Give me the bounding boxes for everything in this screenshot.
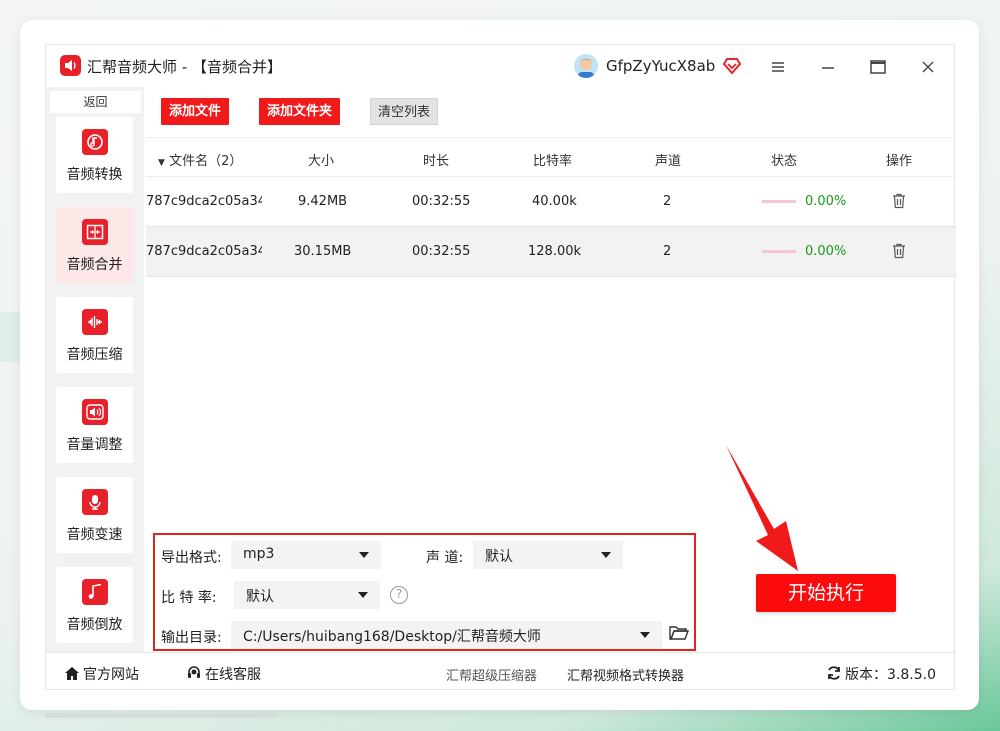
sidebar-item-audio-convert[interactable]: 音频转换 [56,117,133,193]
title-bar: 汇帮音频大师 - 【音频合并】 GfpZyYucX8ab [46,45,956,87]
channels-header[interactable]: 声道 [655,150,681,169]
output-dir-select[interactable]: C:/Users/huibang168/Desktop/汇帮音频大师 [231,621,662,649]
duration-header[interactable]: 时长 [423,150,449,169]
music-note-icon [82,579,108,605]
help-icon[interactable]: ? [390,586,408,604]
size-cell: 30.15MB [294,244,352,259]
sidebar-item-volume-adjust[interactable]: 音量调整 [56,387,133,463]
sidebar-item-label: 音频合并 [66,257,123,273]
format-label: 导出格式: [161,550,222,566]
folder-open-icon[interactable] [669,624,690,646]
channel-value: 默认 [485,549,513,565]
refresh-icon [826,665,842,685]
action-header: 操作 [886,154,913,169]
chevron-down-icon [358,592,368,598]
compressor-link[interactable]: 汇帮超级压缩器 [446,665,537,684]
progress-bar [762,200,796,203]
delete-icon[interactable] [892,193,906,213]
close-icon[interactable] [918,57,938,77]
sidebar-item-label: 音频转换 [66,167,123,183]
size-header[interactable]: 大小 [308,150,334,169]
version-info[interactable]: 版本：3.8.5.0 [826,664,936,685]
sidebar-item-audio-speed[interactable]: 音频变速 [56,477,133,553]
duration-cell: 00:32:55 [412,244,471,259]
bitrate-cell: 128.00k [528,244,582,259]
sidebar-item-label: 音频倒放 [66,617,123,633]
vip-diamond-icon[interactable] [722,56,742,80]
format-select[interactable]: mp3 [231,541,381,569]
filename-header[interactable]: ▼ 文件名（2） [158,150,242,169]
table-header: ▼ 文件名（2） 大小 时长 比特率 声道 状态 操作 [146,137,956,177]
website-link[interactable]: 官方网站 [64,664,139,685]
service-link[interactable]: 在线客服 [186,664,261,685]
bitrate-label: 比 特 率: [161,590,217,606]
status-header: 状态 [771,154,798,169]
channels-cell: 2 [663,194,672,209]
username[interactable]: GfpZyYucX8ab [606,57,715,75]
module-name: - 【音频合并】 [177,58,282,76]
menu-icon[interactable] [768,57,788,77]
sort-caret-icon: ▼ [158,158,165,168]
sidebar-item-audio-merge[interactable]: 音频合并 [56,207,133,283]
microphone-icon [82,489,108,515]
add-folder-button[interactable]: 添加文件夹 [259,98,340,125]
output-dir-label: 输出目录: [161,630,222,646]
duration-cell: 00:32:55 [412,194,471,209]
service-label: 在线客服 [205,667,261,683]
avatar[interactable] [574,54,598,78]
volume-icon [82,399,108,425]
app-logo-icon [60,55,81,76]
sidebar-item-label: 音频变速 [66,527,123,543]
sidebar: 返回 音频转换 音频合并 音频压缩 音量调整 音频变速 音频倒放 [46,87,144,652]
sidebar-item-label: 音量调整 [66,437,123,453]
delete-icon[interactable] [892,243,906,263]
filename-cell: 787c9dca2c05a342b [146,194,262,209]
chevron-down-icon [359,552,369,558]
size-cell: 9.42MB [298,194,348,209]
app-window: 汇帮音频大师 - 【音频合并】 GfpZyYucX8ab 返回 音频转换 音频合… [45,44,956,691]
progress-bar [762,250,796,253]
compress-icon [82,309,108,335]
footer: 官方网站 在线客服 汇帮超级压缩器 汇帮视频格式转换器 版本：3.8.5.0 [46,652,956,691]
start-button[interactable]: 开始执行 [756,574,896,612]
sidebar-item-audio-reverse[interactable]: 音频倒放 [56,567,133,643]
output-settings: 导出格式: mp3 声 道: 默认 比 特 率: 默认 ? 输出目录: C:/U… [153,533,696,651]
headset-icon [186,665,202,685]
music-convert-icon [82,129,108,155]
clear-list-button[interactable]: 清空列表 [370,98,438,125]
add-file-button[interactable]: 添加文件 [161,98,229,125]
bitrate-cell: 40.00k [532,194,577,209]
video-converter-link[interactable]: 汇帮视频格式转换器 [567,665,684,684]
bitrate-header[interactable]: 比特率 [533,150,572,169]
home-icon [64,666,80,685]
status-cell: 0.00% [805,244,847,259]
filename-cell: 787c9dca2c05a342b [146,244,262,259]
back-button[interactable]: 返回 [50,91,141,113]
merge-icon [82,219,108,245]
output-dir-value: C:/Users/huibang168/Desktop/汇帮音频大师 [243,629,541,645]
pointer-arrow-icon [726,445,798,571]
chevron-down-icon [640,632,650,638]
table-row[interactable]: 787c9dca2c05a342b 9.42MB 00:32:55 40.00k… [146,177,956,227]
minimize-icon[interactable] [818,57,838,77]
sidebar-item-label: 音频压缩 [66,347,123,363]
channels-cell: 2 [663,244,672,259]
window-title: 汇帮音频大师 - 【音频合并】 [87,56,282,77]
channel-label: 声 道: [426,550,464,566]
channel-select[interactable]: 默认 [473,541,623,569]
table-row[interactable]: 787c9dca2c05a342b 30.15MB 00:32:55 128.0… [146,227,956,277]
website-label: 官方网站 [83,667,139,683]
background-bar [45,713,277,718]
bitrate-value: 默认 [246,589,274,605]
maximize-icon[interactable] [868,57,888,77]
bitrate-select[interactable]: 默认 [234,581,380,609]
chevron-down-icon [601,552,611,558]
version-label: 版本：3.8.5.0 [845,667,936,683]
format-value: mp3 [243,546,275,562]
sidebar-item-audio-compress[interactable]: 音频压缩 [56,297,133,373]
status-cell: 0.00% [805,194,847,209]
app-name: 汇帮音频大师 [87,58,178,76]
